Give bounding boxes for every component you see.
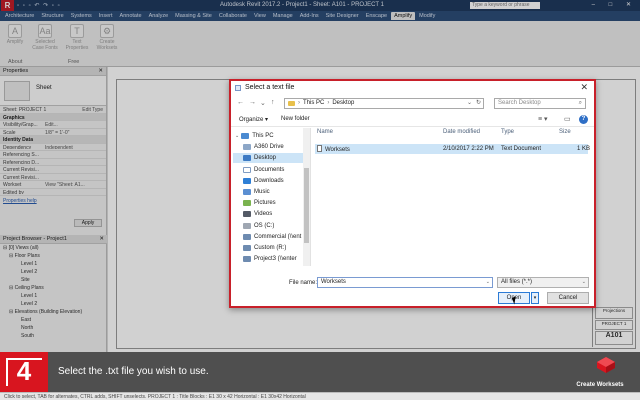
chevron-down-icon[interactable]: ⌄ — [235, 131, 239, 141]
recent-locations-chevron-icon[interactable]: ⌄ — [260, 99, 266, 107]
nav-item-label: Pictures — [254, 200, 276, 207]
up-arrow-icon[interactable]: ↑ — [271, 99, 275, 106]
tutorial-step-bar: 4 Select the .txt file you wish to use. — [0, 352, 640, 392]
file-name-input[interactable]: Worksets ⌄ — [317, 277, 493, 288]
file-name-cell: Worksets — [317, 145, 350, 154]
nav-item-music[interactable]: Music — [233, 187, 303, 197]
nav-item-this-pc[interactable]: ⌄ This PC — [233, 131, 303, 141]
back-arrow-icon[interactable]: ← — [237, 99, 244, 106]
dialog-command-bar: Organize ▾ New folder ≡ ▾ ▭ ? — [231, 112, 594, 127]
navigation-pane: ⌄ This PC A360 Drive Desktop Documents Downlo… — [233, 128, 311, 266]
column-header-size[interactable]: Size — [559, 129, 571, 135]
file-name-label: File name: — [289, 280, 318, 286]
nav-item-label: OS (C:) — [254, 222, 275, 229]
file-size: 1 KB — [577, 146, 591, 152]
nav-item-desktop[interactable]: Desktop — [233, 153, 303, 164]
nav-item-label: Project3 (\\enter — [254, 256, 297, 263]
file-type-filter-select[interactable]: All files (*.*) ⌄ — [497, 277, 589, 288]
nav-item-os-c[interactable]: OS (C:) — [233, 221, 303, 231]
nav-item-label: Downloads — [254, 177, 284, 184]
nav-item-documents[interactable]: Documents — [233, 165, 303, 175]
help-icon[interactable]: ? — [579, 115, 588, 124]
dialog-title: Select a text file — [245, 84, 295, 91]
column-header-type[interactable]: Type — [501, 129, 514, 135]
nav-item-commercial-ent[interactable]: Commercial (\\ent — [233, 232, 303, 242]
network-drive-icon — [243, 245, 251, 251]
forward-arrow-icon[interactable]: → — [249, 99, 256, 106]
step-instruction: Select the .txt file you wish to use. — [58, 366, 209, 377]
file-row-worksets[interactable]: Worksets 2/10/2017 2:22 PM Text Document… — [315, 144, 591, 154]
desktop-icon — [243, 155, 251, 162]
chevron-down-icon[interactable]: ⌄ — [486, 278, 490, 287]
navigation-scrollbar[interactable] — [303, 128, 310, 266]
nav-item-label: A360 Drive — [254, 144, 284, 151]
drive-icon — [243, 222, 251, 229]
select-text-file-dialog: Select a text file ✕ ← → ⌄ ↑ › This PC ›… — [229, 79, 596, 308]
pc-icon — [241, 133, 250, 139]
preview-pane-icon[interactable]: ▭ — [564, 115, 571, 123]
address-bar[interactable]: › This PC › Desktop ⌄ ↻ — [284, 98, 484, 109]
scrollbar-thumb[interactable] — [304, 168, 309, 243]
breadcrumb-separator-icon: › — [298, 100, 300, 106]
file-list: Name Date modified Type Size Worksets 2/… — [313, 128, 590, 266]
nav-item-label: This PC — [252, 133, 274, 139]
search-icon: ⌕ — [578, 100, 582, 106]
cancel-button[interactable]: Cancel — [547, 292, 589, 304]
nav-item-project3-enter[interactable]: Project3 (\\enter — [233, 254, 303, 264]
view-options-icon[interactable]: ≡ ▾ — [538, 115, 548, 123]
close-icon[interactable]: ✕ — [580, 82, 588, 93]
column-header-name[interactable]: Name — [317, 129, 333, 135]
column-header-date-modified[interactable]: Date modified — [443, 129, 480, 135]
dialog-title-bar: Select a text file ✕ — [231, 81, 594, 95]
status-bar: Click to select, TAB for alternates, CTR… — [0, 392, 640, 400]
pictures-icon — [243, 200, 251, 207]
network-drive-icon — [243, 233, 251, 240]
file-name-value: Worksets — [321, 279, 346, 285]
nav-item-label: Commercial (\\ent — [254, 233, 302, 240]
nav-item-label: Documents — [254, 166, 285, 173]
text-file-icon — [317, 145, 322, 152]
nav-item-videos[interactable]: Videos — [233, 209, 303, 219]
nav-item-label: Music — [254, 189, 270, 195]
step-badge: 4 — [0, 352, 48, 392]
file-name: Worksets — [325, 147, 350, 153]
cloud-icon — [243, 144, 251, 151]
breadcrumb-separator-icon: › — [327, 100, 330, 106]
nav-item-label: Custom (R:) — [254, 245, 287, 251]
chevron-down-icon[interactable]: ⌄ — [467, 99, 472, 108]
create-worksets-logo-icon — [597, 357, 615, 373]
file-type-filter-value: All files (*.*) — [501, 279, 533, 285]
file-date: 2/10/2017 2:22 PM — [443, 146, 494, 152]
organize-menu[interactable]: Organize ▾ — [239, 116, 268, 123]
open-options-chevron-icon[interactable]: ▾ — [531, 292, 539, 304]
step-number: 4 — [16, 356, 32, 386]
breadcrumb-desktop[interactable]: Desktop — [332, 99, 354, 108]
search-placeholder: Search Desktop — [498, 100, 541, 106]
nav-item-a360-drive[interactable]: A360 Drive — [233, 142, 303, 152]
breadcrumb-this-pc[interactable]: This PC — [303, 99, 324, 108]
music-icon — [243, 189, 251, 195]
search-desktop-input[interactable]: Search Desktop ⌕ — [494, 98, 586, 109]
downloads-icon — [243, 177, 251, 184]
refresh-icon[interactable]: ↻ — [476, 99, 481, 108]
videos-icon — [243, 211, 251, 218]
nav-item-label: Desktop — [254, 155, 277, 162]
file-type: Text Document — [501, 146, 542, 152]
chevron-down-icon[interactable]: ⌄ — [582, 278, 586, 287]
documents-icon — [243, 166, 251, 173]
new-folder-button[interactable]: New folder — [281, 116, 310, 122]
nav-item-pictures[interactable]: Pictures — [233, 198, 303, 208]
network-drive-icon — [243, 256, 251, 263]
folder-icon — [288, 101, 295, 106]
dialog-navigation-bar: ← → ⌄ ↑ › This PC › Desktop ⌄ ↻ Search D… — [231, 95, 594, 112]
brand-title: Create Worksets — [576, 382, 624, 388]
nav-item-label: Videos — [254, 211, 273, 218]
dialog-app-icon — [235, 85, 241, 91]
nav-item-custom-r[interactable]: Custom (R:) — [233, 243, 303, 253]
nav-item-downloads[interactable]: Downloads — [233, 176, 303, 186]
